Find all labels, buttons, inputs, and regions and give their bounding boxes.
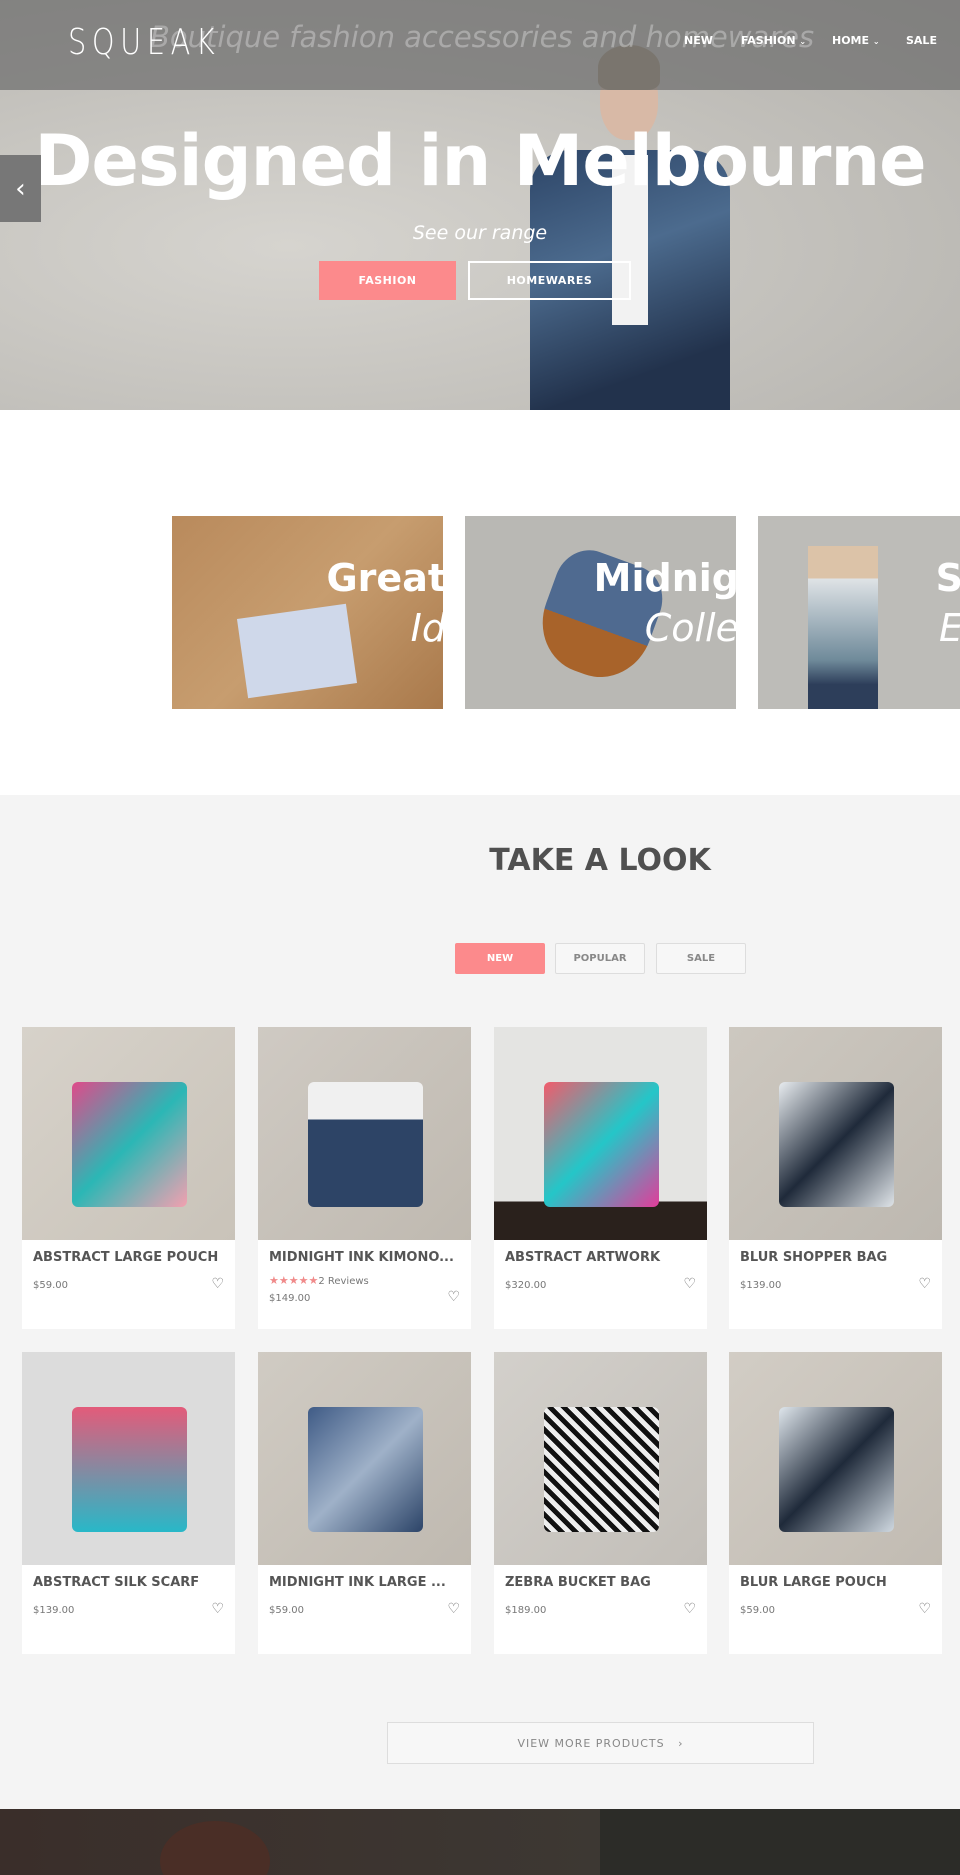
product-name[interactable]: ABSTRACT LARGE POUCH bbox=[33, 1250, 218, 1265]
product-price: $149.00 bbox=[269, 1293, 311, 1304]
product-image[interactable] bbox=[22, 1027, 235, 1240]
tab-new[interactable]: NEW bbox=[455, 943, 545, 974]
product-item-image bbox=[72, 1082, 187, 1207]
product-card[interactable]: MIDNIGHT INK LARGE ... $59.00 ♡ bbox=[258, 1352, 471, 1654]
carousel-prev-button[interactable]: ‹ bbox=[0, 155, 41, 222]
tagline: Boutique fashion accessories and homewar… bbox=[150, 20, 815, 54]
rating-stars: ★★★★★2 Reviews bbox=[269, 1274, 369, 1287]
collection-card[interactable]: Midnig Colle bbox=[465, 516, 736, 709]
heart-icon[interactable]: ♡ bbox=[683, 1276, 696, 1292]
heart-icon[interactable]: ♡ bbox=[211, 1601, 224, 1617]
product-price: $59.00 bbox=[33, 1280, 68, 1291]
hero-subtitle: See our range bbox=[412, 222, 548, 244]
product-name[interactable]: ABSTRACT ARTWORK bbox=[505, 1250, 660, 1265]
homewares-button[interactable]: HOMEWARES bbox=[468, 261, 631, 300]
heart-icon[interactable]: ♡ bbox=[918, 1276, 931, 1292]
model-image bbox=[808, 546, 878, 709]
product-card[interactable]: BLUR LARGE POUCH $59.00 ♡ bbox=[729, 1352, 942, 1654]
product-item-image bbox=[308, 1082, 423, 1207]
product-name[interactable]: BLUR LARGE POUCH bbox=[740, 1575, 887, 1590]
product-image[interactable] bbox=[258, 1027, 471, 1240]
product-name[interactable]: ABSTRACT SILK SCARF bbox=[33, 1575, 199, 1590]
product-item-image bbox=[779, 1407, 894, 1532]
nav-sale[interactable]: SALE bbox=[906, 34, 937, 47]
heart-icon[interactable]: ♡ bbox=[447, 1601, 460, 1617]
nav-label: SALE bbox=[906, 34, 937, 47]
product-card[interactable]: BLUR SHOPPER BAG $139.00 ♡ bbox=[729, 1027, 942, 1329]
heart-icon[interactable]: ♡ bbox=[211, 1276, 224, 1292]
logo[interactable]: SQUEAK bbox=[68, 22, 220, 63]
product-price: $139.00 bbox=[33, 1605, 75, 1616]
chevron-down-icon: ⌄ bbox=[799, 37, 807, 46]
view-more-products-button[interactable]: VIEW MORE PRODUCTS › bbox=[387, 1722, 814, 1764]
collection-subtitle: E bbox=[939, 606, 960, 650]
product-image[interactable] bbox=[258, 1352, 471, 1565]
product-card[interactable]: ABSTRACT SILK SCARF $139.00 ♡ bbox=[22, 1352, 235, 1654]
product-card[interactable]: ABSTRACT ARTWORK $320.00 ♡ bbox=[494, 1027, 707, 1329]
product-item-image bbox=[779, 1082, 894, 1207]
nav-fashion[interactable]: FASHION ⌄ bbox=[741, 34, 806, 47]
product-price: $139.00 bbox=[740, 1280, 782, 1291]
product-card[interactable]: ABSTRACT LARGE POUCH $59.00 ♡ bbox=[22, 1027, 235, 1329]
product-price: $59.00 bbox=[269, 1605, 304, 1616]
chevron-right-icon: › bbox=[678, 1736, 684, 1750]
product-image[interactable] bbox=[494, 1352, 707, 1565]
chevron-down-icon: ⌄ bbox=[872, 37, 880, 46]
product-item-image bbox=[308, 1407, 423, 1532]
product-price: $189.00 bbox=[505, 1605, 547, 1616]
product-name[interactable]: ZEBRA BUCKET BAG bbox=[505, 1575, 651, 1590]
heart-icon[interactable]: ♡ bbox=[683, 1601, 696, 1617]
product-item-image bbox=[544, 1082, 659, 1207]
product-image[interactable] bbox=[729, 1027, 942, 1240]
collection-title: Great bbox=[326, 556, 443, 600]
product-image[interactable] bbox=[22, 1352, 235, 1565]
product-name[interactable]: MIDNIGHT INK KIMONO... bbox=[269, 1250, 454, 1265]
product-price: $59.00 bbox=[740, 1605, 775, 1616]
product-card[interactable]: ZEBRA BUCKET BAG $189.00 ♡ bbox=[494, 1352, 707, 1654]
product-card[interactable]: MIDNIGHT INK KIMONO... ★★★★★2 Reviews $14… bbox=[258, 1027, 471, 1329]
product-name[interactable]: BLUR SHOPPER BAG bbox=[740, 1250, 887, 1265]
product-image[interactable] bbox=[494, 1027, 707, 1240]
tab-popular[interactable]: POPULAR bbox=[555, 943, 645, 974]
collection-subtitle: Id bbox=[410, 606, 443, 650]
nav-home[interactable]: HOME ⌄ bbox=[832, 34, 880, 47]
product-item-image bbox=[544, 1407, 659, 1532]
nav-label: NEW bbox=[684, 34, 713, 47]
nav-new[interactable]: NEW bbox=[684, 34, 713, 47]
star-icons: ★★★★★ bbox=[269, 1274, 319, 1287]
button-label: VIEW MORE PRODUCTS bbox=[517, 1736, 665, 1750]
collection-card[interactable]: S E bbox=[758, 516, 960, 709]
product-item-image bbox=[72, 1407, 187, 1532]
collection-title: Midnig bbox=[593, 556, 736, 600]
collections-carousel: Great Id Midnig Colle S E bbox=[0, 410, 960, 795]
footer-image bbox=[0, 1809, 600, 1875]
product-price: $320.00 bbox=[505, 1280, 547, 1291]
collection-title: S bbox=[935, 556, 960, 600]
heart-icon[interactable]: ♡ bbox=[447, 1289, 460, 1305]
product-image[interactable] bbox=[729, 1352, 942, 1565]
tab-sale[interactable]: SALE bbox=[656, 943, 746, 974]
nav-label: FASHION bbox=[741, 34, 796, 47]
pouch-image bbox=[236, 603, 358, 699]
hero-banner: Boutique fashion accessories and homewar… bbox=[0, 0, 960, 410]
product-name[interactable]: MIDNIGHT INK LARGE ... bbox=[269, 1575, 446, 1590]
section-title: TAKE A LOOK bbox=[489, 843, 711, 878]
hero-title: Designed in Melbourne bbox=[34, 120, 926, 202]
fashion-button[interactable]: FASHION bbox=[319, 261, 456, 300]
chevron-left-icon: ‹ bbox=[15, 173, 26, 204]
footer-banner bbox=[0, 1809, 960, 1875]
heart-icon[interactable]: ♡ bbox=[918, 1601, 931, 1617]
collection-subtitle: Colle bbox=[644, 606, 736, 650]
collection-card[interactable]: Great Id bbox=[172, 516, 443, 709]
nav-label: HOME bbox=[832, 34, 870, 47]
review-count[interactable]: 2 Reviews bbox=[318, 1276, 368, 1287]
